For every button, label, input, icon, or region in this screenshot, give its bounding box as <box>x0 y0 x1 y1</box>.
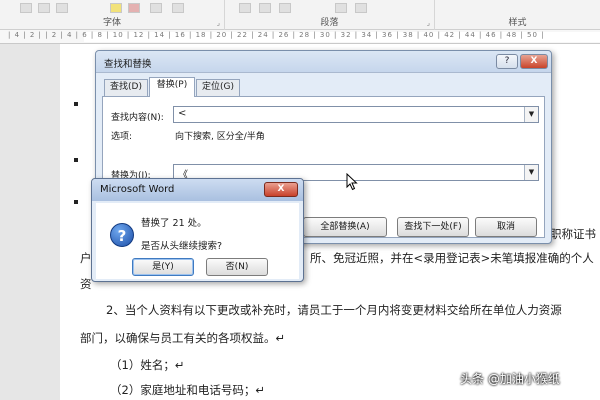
doc-line: 资 <box>80 277 92 291</box>
dialog-launcher-icon[interactable]: ⌟ <box>427 19 430 27</box>
font-format-button[interactable] <box>172 3 184 13</box>
ruler-ticks: | 4 | 2 | | 2 | 4 | 6 | 8 | 10 | 12 | 14… <box>8 31 545 39</box>
dialog-titlebar[interactable]: 查找和替换 ? X <box>96 51 551 73</box>
dialog-launcher-icon[interactable]: ⌟ <box>217 19 220 27</box>
chevron-down-icon[interactable]: ▼ <box>524 165 538 180</box>
align-button[interactable] <box>279 3 291 13</box>
find-value: < <box>178 108 187 119</box>
no-button[interactable]: 否(N) <box>206 258 268 276</box>
doc-line: 职称证书 <box>550 227 596 241</box>
find-next-button[interactable]: 查找下一处(F) <box>397 217 469 237</box>
font-format-button[interactable] <box>56 3 68 13</box>
list-bullet <box>74 200 78 204</box>
watermark: 头条 @加油小猴纸 <box>460 372 560 386</box>
message-line1: 替换了 21 处。 <box>141 218 207 229</box>
doc-line: 部门，以确保与员工有关的各项权益。↵ <box>80 331 286 345</box>
font-group: 字体 ⌟ <box>0 0 225 30</box>
find-input[interactable]: < ▼ <box>173 106 539 123</box>
options-label: 选项: <box>111 132 133 142</box>
highlight-button[interactable] <box>110 3 122 13</box>
message-title: Microsoft Word <box>100 184 175 195</box>
align-button[interactable] <box>259 3 271 13</box>
font-format-button[interactable] <box>38 3 50 13</box>
doc-line: （1）姓名；↵ <box>110 358 185 372</box>
options-value: 向下搜索, 区分全/半角 <box>175 132 265 142</box>
font-format-button[interactable] <box>150 3 162 13</box>
replace-all-button[interactable]: 全部替换(A) <box>303 217 387 237</box>
tab-replace[interactable]: 替换(P) <box>149 77 195 97</box>
align-button[interactable] <box>239 3 251 13</box>
find-label: 查找内容(N): <box>111 113 164 123</box>
message-box: Microsoft Word X 替换了 21 处。 是否从头继续搜索? 是(Y… <box>91 178 304 282</box>
message-line2: 是否从头继续搜索? <box>141 241 223 252</box>
tab-goto[interactable]: 定位(G) <box>196 79 240 96</box>
close-button[interactable]: X <box>520 54 548 69</box>
dialog-title: 查找和替换 <box>104 59 152 70</box>
cancel-button[interactable]: 取消 <box>475 217 537 237</box>
align-button[interactable] <box>355 3 367 13</box>
doc-line: 户 <box>80 251 92 265</box>
styles-group: 样式 <box>435 0 600 30</box>
message-close-button[interactable]: X <box>264 182 298 197</box>
tab-find[interactable]: 查找(D) <box>104 79 148 96</box>
help-button[interactable]: ? <box>496 54 518 69</box>
yes-button[interactable]: 是(Y) <box>132 258 194 276</box>
doc-line: （2）家庭地址和电话号码；↵ <box>110 383 265 397</box>
ruler: | 4 | 2 | | 2 | 4 | 6 | 8 | 10 | 12 | 14… <box>0 30 600 44</box>
doc-line: 所、免冠近照，并在<录用登记表>未笔填报准确的个人 <box>310 251 594 265</box>
paragraph-group-label: 段落 <box>320 18 339 28</box>
font-format-button[interactable] <box>20 3 32 13</box>
list-bullet <box>74 158 78 162</box>
align-button[interactable] <box>335 3 347 13</box>
font-color-button[interactable] <box>128 3 140 13</box>
message-titlebar[interactable]: Microsoft Word X <box>92 179 303 201</box>
list-bullet <box>74 102 78 106</box>
mouse-pointer-icon <box>346 173 358 191</box>
question-icon: ? <box>110 223 134 247</box>
ribbon: 字体 ⌟ 段落 ⌟ 样式 <box>0 0 600 30</box>
doc-line: 2、当个人资料有以下更改或补充时，请员工于一个月内将变更材料交给所在单位人力资源 <box>106 303 562 317</box>
chevron-down-icon[interactable]: ▼ <box>524 107 538 122</box>
paragraph-group: 段落 ⌟ <box>225 0 435 30</box>
styles-group-label: 样式 <box>508 18 527 28</box>
font-group-label: 字体 <box>102 18 121 28</box>
